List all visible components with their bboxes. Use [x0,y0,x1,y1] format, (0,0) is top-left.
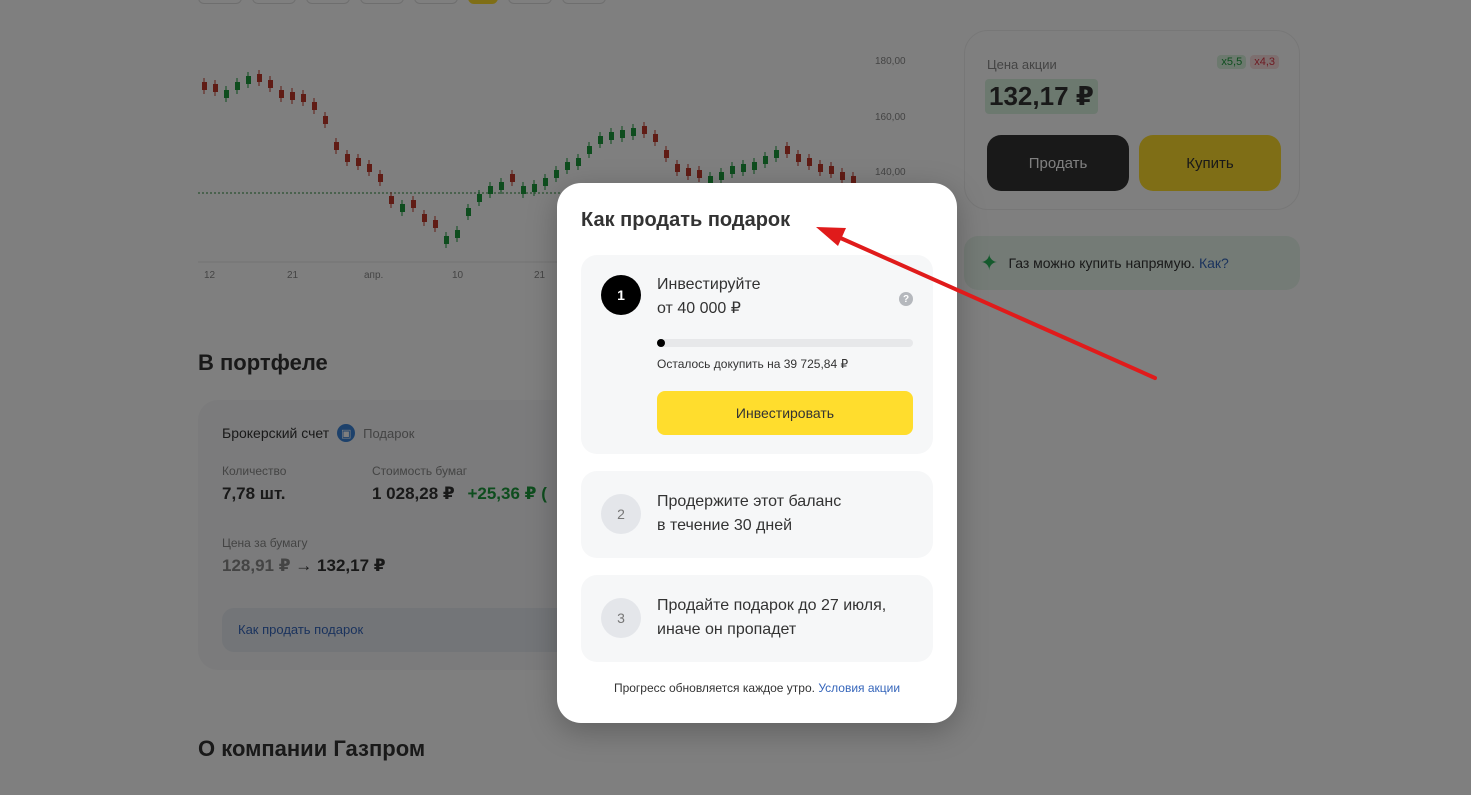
invest-button[interactable]: Инвестировать [657,391,913,435]
step-line: Продержите этот баланс [657,493,842,510]
modal-title: Как продать подарок [581,209,791,231]
help-icon[interactable]: ? [899,292,913,306]
step-text: Продайте подарок до 27 июля, иначе он пр… [657,594,886,642]
step-line: Инвестируйте [657,276,761,293]
modal-footer: Прогресс обновляется каждое утро. Услови… [557,681,957,695]
step-line: Продайте подарок до 27 июля, [657,597,887,614]
terms-link[interactable]: Условия акции [818,681,900,695]
remaining-amount: Осталось докупить на 39 725,84 ₽ [657,357,849,371]
step-card-1: 1 Инвестируйте от 40 000 ₽ ? Осталось до… [581,255,933,454]
step-line: иначе он пропадет [657,621,797,638]
step-card-3: 3 Продайте подарок до 27 июля, иначе он … [581,575,933,662]
step-number: 2 [601,494,641,534]
step-number: 1 [601,275,641,315]
step-line: в течение 30 дней [657,517,793,534]
how-to-sell-modal: Как продать подарок 1 Инвестируйте от 40… [557,183,957,723]
step-number: 3 [601,598,641,638]
step-text: Инвестируйте от 40 000 ₽ [657,273,761,321]
step-line: от 40 000 ₽ [657,300,741,317]
footer-text: Прогресс обновляется каждое утро. [613,681,815,695]
progress-bar [657,339,913,347]
step-text: Продержите этот баланс в течение 30 дней [657,490,841,538]
step-card-2: 2 Продержите этот баланс в течение 30 дн… [581,471,933,558]
progress-fill [657,339,665,347]
